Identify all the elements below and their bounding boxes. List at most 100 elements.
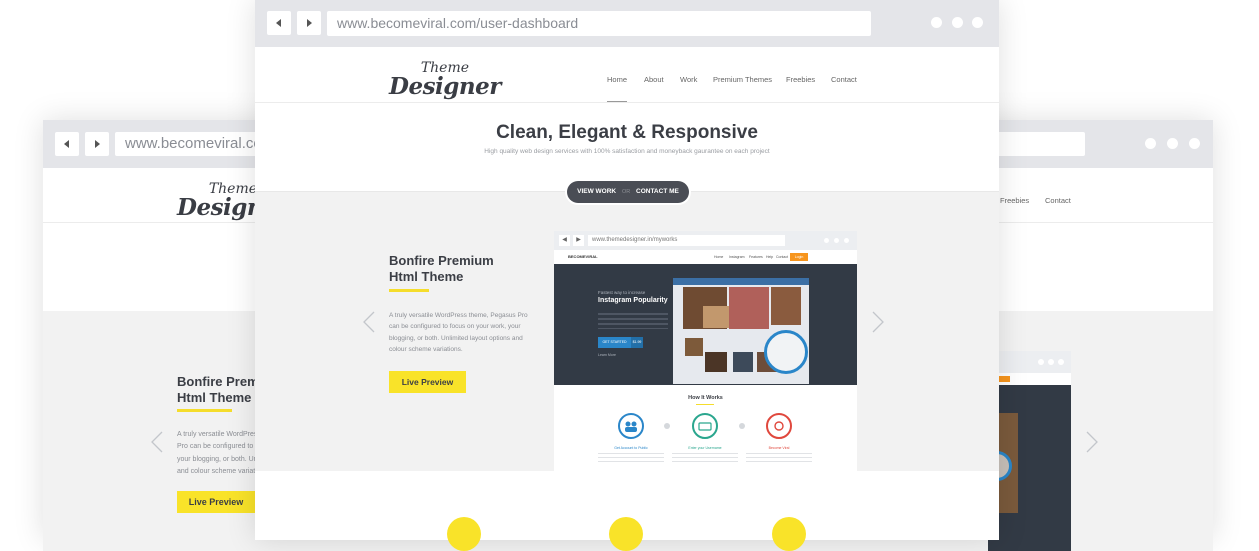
mockup-hero-title: Instagram Popularity: [598, 297, 668, 304]
mockup-photo: [685, 338, 703, 356]
nav-work[interactable]: Work: [680, 75, 697, 84]
mockup-price: $1.99: [631, 337, 643, 348]
product-title-line2: Html Theme: [389, 269, 464, 285]
prev-slide-arrow-icon[interactable]: [363, 311, 375, 333]
mockup-photo: [771, 287, 801, 325]
mockup-how-underline: [696, 404, 714, 405]
mockup-nav-item: Contact: [776, 255, 789, 259]
window-control-dot: [1058, 359, 1064, 365]
mockup-forward-icon: ▶: [573, 235, 584, 246]
window-control-dot: [824, 238, 829, 243]
product-title-line1: Bonfire Premium: [389, 253, 494, 268]
mockup-step: [766, 413, 792, 439]
mockup-nav-item: Instagram: [729, 255, 745, 259]
logo-line2: Designer: [389, 73, 501, 100]
front-logo[interactable]: Theme Designer: [389, 61, 501, 98]
mockup-hero: Fastest way to increase Instagram Popula…: [554, 264, 857, 385]
mockup-header: BECOMEVIRAL Home Instagram Features Help…: [554, 250, 857, 264]
mockup-nav-item: Features: [749, 255, 763, 259]
forward-arrow-icon: [95, 140, 100, 148]
feature-icon-circle: [447, 517, 481, 551]
mockup-back-icon: ◀: [559, 235, 570, 246]
front-browser-toolbar: www.becomeviral.com/user-dashboard: [255, 0, 999, 47]
mockup-photo: [733, 352, 753, 372]
window-control-dot[interactable]: [1145, 138, 1156, 149]
forward-arrow-icon: [307, 19, 312, 27]
back-nav-contact[interactable]: Contact: [1045, 196, 1071, 205]
nav-home[interactable]: Home: [607, 75, 627, 84]
nav-freebies[interactable]: Freebies: [786, 75, 815, 84]
back-prev-arrow-icon[interactable]: [151, 431, 163, 453]
back-mockup-peek-toolbar: [988, 351, 1071, 373]
back-arrow-icon: [276, 19, 281, 27]
front-header-divider: [255, 102, 999, 103]
users-icon: [625, 421, 637, 432]
window-control-dot[interactable]: [972, 17, 983, 28]
back-nav-freebies[interactable]: Freebies: [1000, 196, 1029, 205]
mockup-toolbar: ◀ ▶ www.themedesigner.in/myworks: [554, 231, 857, 250]
mockup-nav-item: Help: [766, 255, 774, 259]
mockup-photo: [729, 287, 769, 329]
window-control-dot: [1038, 359, 1044, 365]
mockup-login-button: Login: [790, 253, 808, 261]
nav-premium-themes[interactable]: Premium Themes: [713, 75, 772, 84]
live-preview-button[interactable]: Live Preview: [389, 371, 466, 393]
feature-icon-circle: [609, 517, 643, 551]
product-title-underline: [389, 289, 429, 292]
mockup-step-text: [746, 453, 812, 465]
forward-button[interactable]: [297, 11, 321, 35]
mockup-step-text: [598, 453, 664, 465]
username-icon: [698, 422, 712, 431]
nav-about[interactable]: About: [644, 75, 664, 84]
window-control-dot: [844, 238, 849, 243]
window-control-dot[interactable]: [952, 17, 963, 28]
window-control-dot: [834, 238, 839, 243]
window-control-dot[interactable]: [1189, 138, 1200, 149]
forward-button[interactable]: [85, 132, 109, 156]
orange-login-chip: [998, 376, 1010, 382]
mockup-step-label: Enter your Username: [688, 446, 722, 450]
cta-pill-inner: VIEW WORK OR CONTACT ME: [567, 181, 689, 203]
mockup-brand: BECOMEVIRAL: [568, 254, 598, 259]
front-url-text: www.becomeviral.com/user-dashboard: [337, 15, 579, 31]
contact-me-button[interactable]: CONTACT ME: [636, 188, 679, 195]
back-next-arrow-icon[interactable]: [1086, 431, 1098, 453]
mockup-step-connector: [664, 423, 670, 429]
mockup-step: [618, 413, 644, 439]
back-mockup-peek-header: [988, 373, 1071, 385]
front-address-bar[interactable]: www.becomeviral.com/user-dashboard: [327, 11, 871, 36]
mockup-step-connector: [739, 423, 745, 429]
window-control-dot[interactable]: [931, 17, 942, 28]
product-title: Bonfire Premium Html Theme: [389, 253, 494, 286]
back-arrow-icon: [64, 140, 69, 148]
mockup-step-text: [672, 453, 738, 465]
viral-icon: [774, 421, 784, 431]
back-live-preview-button[interactable]: Live Preview: [177, 491, 255, 513]
mockup-nav-item: Home: [714, 255, 724, 259]
window-control-dot[interactable]: [1167, 138, 1178, 149]
hero-title: Clean, Elegant & Responsive: [496, 122, 758, 143]
view-work-button[interactable]: VIEW WORK: [577, 188, 616, 195]
mockup-learn-more: Learn More: [598, 353, 616, 357]
product-description: A truly versatile WordPress theme, Pegas…: [389, 312, 528, 354]
theme-mockup-screenshot[interactable]: ◀ ▶ www.themedesigner.in/myworks BECOMEV…: [554, 231, 857, 471]
mockup-magnifier: [764, 330, 808, 374]
back-button[interactable]: [267, 11, 291, 35]
mockup-step: [692, 413, 718, 439]
feature-icon-circle: [772, 517, 806, 551]
back-button[interactable]: [55, 132, 79, 156]
mockup-photo-strip: [673, 278, 809, 285]
mockup-url: www.themedesigner.in/myworks: [588, 235, 785, 246]
back-mockup-peek: [982, 351, 1071, 551]
mockup-photo: [703, 306, 729, 328]
front-browser-window: www.becomeviral.com/user-dashboard Theme…: [255, 0, 999, 551]
window-control-dot: [1048, 359, 1054, 365]
nav-contact[interactable]: Contact: [831, 75, 857, 84]
mockup-hero-small: Fastest way to increase: [598, 290, 646, 295]
back-title-underline: [177, 409, 232, 412]
cta-or-label: OR: [621, 189, 631, 195]
mockup-photo: [705, 352, 727, 372]
next-slide-arrow-icon[interactable]: [872, 311, 884, 333]
mockup-hero-text: [598, 313, 668, 329]
mockup-how-title: How It Works: [688, 395, 723, 401]
